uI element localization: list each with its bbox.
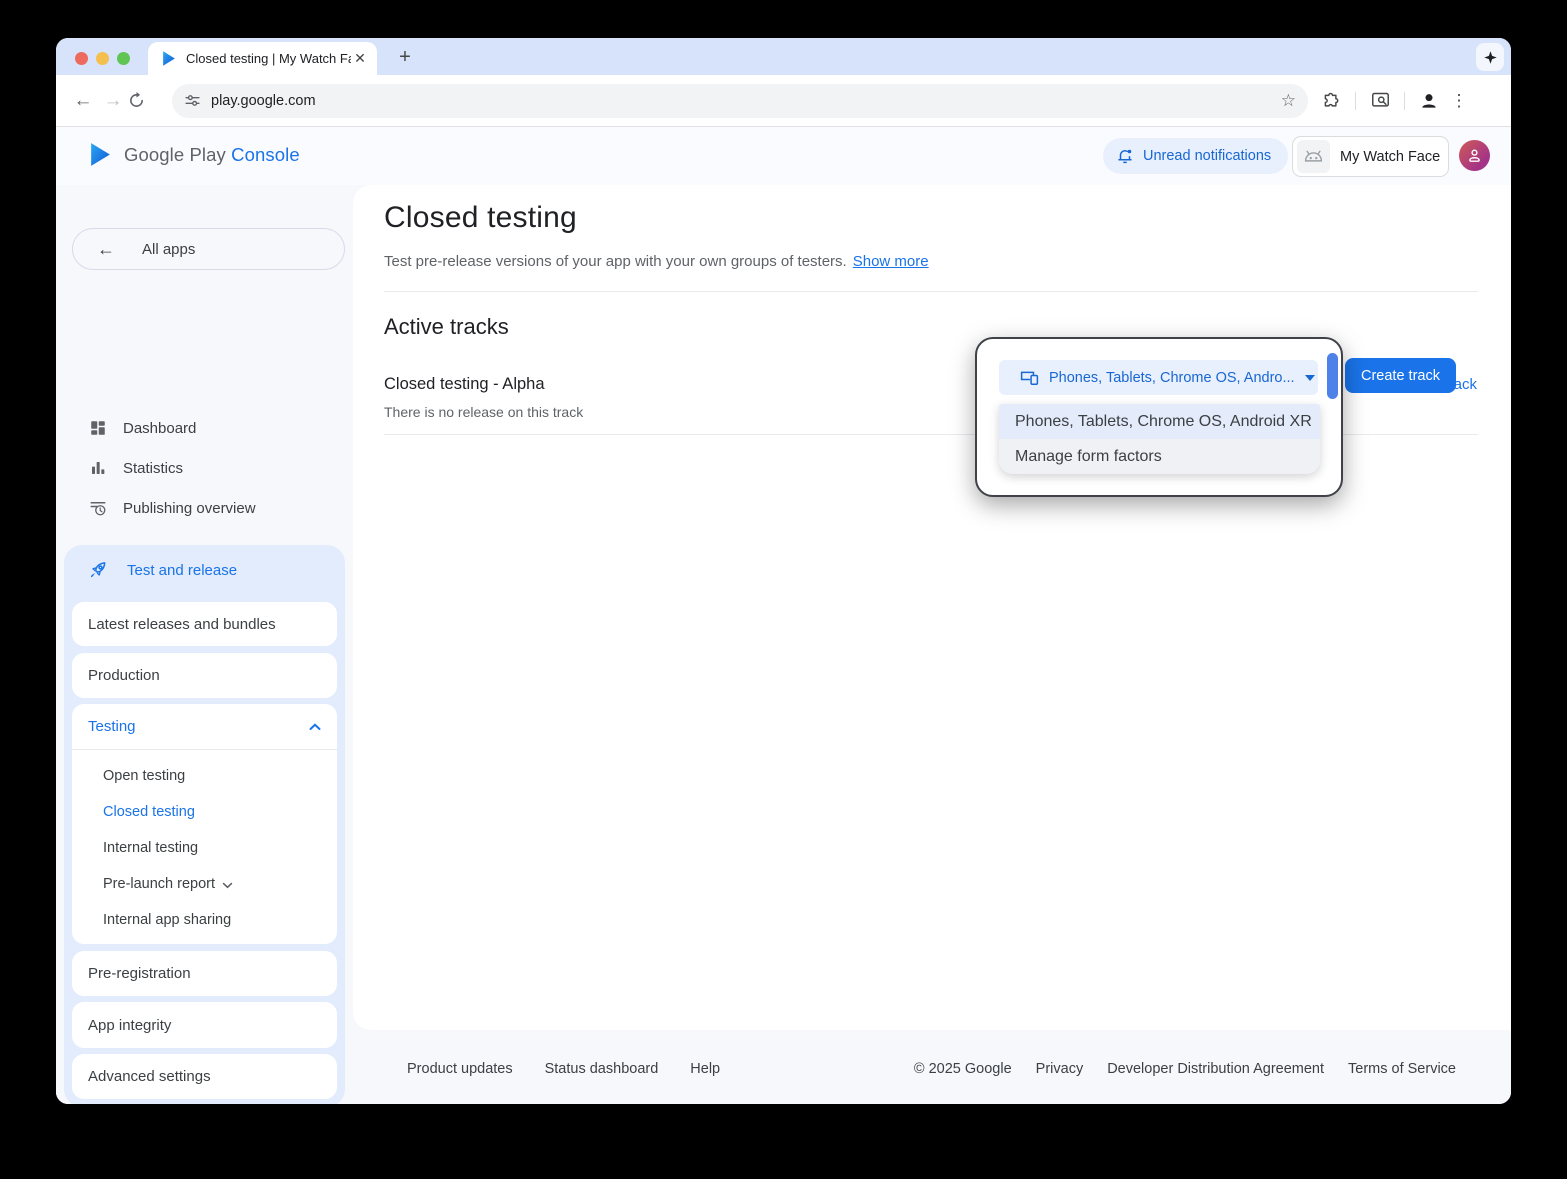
app-name: My Watch Face	[1340, 149, 1440, 165]
browser-tab[interactable]: Closed testing | My Watch Fac ✕	[148, 42, 377, 75]
back-arrow-icon: ←	[97, 239, 115, 260]
window-controls	[75, 52, 130, 65]
page-description: Test pre-release versions of your app wi…	[384, 253, 929, 270]
toolbar-divider	[1404, 92, 1405, 110]
brand-text: Google Play Console	[124, 144, 300, 166]
footer: Product updates Status dashboard Help © …	[353, 1030, 1511, 1104]
terms-link[interactable]: Terms of Service	[1348, 1061, 1456, 1077]
show-more-link[interactable]: Show more	[853, 253, 929, 270]
sidebar-item-internal-app-sharing[interactable]: Internal app sharing	[72, 902, 337, 938]
menu-item-manage-form-factors[interactable]: Manage form factors	[999, 439, 1320, 474]
form-factor-dropdown-overlay: Phones, Tablets, Chrome OS, Andro... Pho…	[975, 337, 1343, 497]
url-text: play.google.com	[211, 93, 1281, 109]
chevron-down-icon	[222, 882, 233, 889]
tab-close-icon[interactable]: ✕	[351, 50, 369, 67]
divider	[384, 291, 1478, 292]
app-switcher-button[interactable]: My Watch Face	[1292, 136, 1449, 177]
browser-menu-icon[interactable]: ⋮	[1446, 88, 1472, 114]
zoom-window-button[interactable]	[117, 52, 130, 65]
extensions-icon[interactable]	[1318, 88, 1344, 114]
footer-right-links: © 2025 Google Privacy Developer Distribu…	[914, 1061, 1456, 1077]
form-factor-select[interactable]: Phones, Tablets, Chrome OS, Andro...	[999, 360, 1318, 395]
create-track-button[interactable]: Create track	[1345, 358, 1456, 393]
chevron-up-icon	[309, 723, 321, 731]
sidebar-item-production[interactable]: Production	[72, 653, 337, 698]
bell-icon	[1116, 147, 1134, 165]
footer-left-links: Product updates Status dashboard Help	[407, 1061, 720, 1077]
all-apps-label: All apps	[142, 241, 195, 258]
play-console-logo[interactable]: Google Play Console	[88, 141, 300, 168]
console-header: Google Play Console Unread notifications…	[56, 127, 1511, 185]
sidebar-item-test-and-release[interactable]: Test and release	[64, 545, 345, 595]
track-status: There is no release on this track	[384, 404, 583, 420]
forward-button[interactable]: →	[98, 90, 128, 112]
sidebar-item-testing[interactable]: Testing	[72, 704, 337, 750]
sidebar-item-latest-releases[interactable]: Latest releases and bundles	[72, 602, 337, 646]
tab-strip: Closed testing | My Watch Fac ✕ +	[56, 38, 1511, 75]
publishing-overview-icon	[88, 499, 108, 517]
dropdown-caret-icon	[1305, 375, 1315, 381]
unread-notifications-button[interactable]: Unread notifications	[1103, 138, 1288, 174]
sidebar-item-pre-launch-report[interactable]: Pre-launch report	[72, 866, 337, 902]
minimize-window-button[interactable]	[96, 52, 109, 65]
bookmark-star-icon[interactable]: ☆	[1281, 91, 1296, 111]
play-logo-icon	[88, 141, 113, 168]
all-apps-button[interactable]: ← All apps	[72, 228, 345, 270]
rocket-icon	[88, 560, 108, 580]
menu-item-form-factor[interactable]: Phones, Tablets, Chrome OS, Android XR	[999, 404, 1320, 439]
statistics-icon	[88, 460, 108, 476]
sidebar-item-publishing-overview[interactable]: Publishing overview	[72, 495, 345, 521]
copyright-text: © 2025 Google	[914, 1061, 1012, 1077]
dashboard-icon	[88, 419, 108, 437]
help-link[interactable]: Help	[690, 1061, 720, 1077]
sidebar-item-internal-testing[interactable]: Internal testing	[72, 830, 337, 866]
close-window-button[interactable]	[75, 52, 88, 65]
active-tracks-title: Active tracks	[384, 314, 509, 340]
site-settings-icon[interactable]	[184, 92, 201, 109]
page-title: Closed testing	[384, 201, 577, 235]
toolbar-actions: ⋮	[1318, 88, 1472, 114]
reading-mode-icon[interactable]	[1367, 88, 1393, 114]
form-factor-selected-label: Phones, Tablets, Chrome OS, Andro...	[1049, 370, 1295, 386]
notifications-label: Unread notifications	[1143, 148, 1271, 164]
sidebar-item-pre-registration[interactable]: Pre-registration	[72, 951, 337, 996]
toolbar-divider	[1355, 92, 1356, 110]
address-bar[interactable]: play.google.com ☆	[172, 84, 1308, 118]
browser-toolbar: ← → play.google.com ☆ ⋮	[56, 75, 1511, 127]
sparkle-icon[interactable]	[1476, 43, 1504, 71]
account-avatar[interactable]	[1459, 140, 1490, 171]
dda-link[interactable]: Developer Distribution Agreement	[1107, 1061, 1324, 1077]
sidebar-item-open-testing[interactable]: Open testing	[72, 758, 337, 794]
devices-icon	[1020, 370, 1039, 385]
reload-button[interactable]	[128, 92, 158, 109]
testing-group: Testing Open testing Closed testing Inte…	[72, 704, 337, 944]
magnified-button-fragment	[1327, 353, 1338, 399]
back-button[interactable]: ←	[68, 90, 98, 112]
console-body: ← All apps Dashboard Statistics Publis	[56, 185, 1511, 1104]
sidebar-item-app-integrity[interactable]: App integrity	[72, 1002, 337, 1048]
test-and-release-section: Test and release Latest releases and bun…	[64, 545, 345, 1104]
main-panel: Closed testing Test pre-release versions…	[353, 185, 1511, 1030]
form-factor-menu: Phones, Tablets, Chrome OS, Android XR M…	[999, 404, 1320, 474]
sidebar-item-closed-testing[interactable]: Closed testing	[72, 794, 337, 830]
new-tab-button[interactable]: +	[392, 45, 418, 71]
status-dashboard-link[interactable]: Status dashboard	[545, 1061, 659, 1077]
sidebar-item-advanced-settings[interactable]: Advanced settings	[72, 1054, 337, 1099]
track-name: Closed testing - Alpha	[384, 375, 545, 394]
product-updates-link[interactable]: Product updates	[407, 1061, 513, 1077]
browser-window: Closed testing | My Watch Fac ✕ + ← → pl…	[56, 38, 1511, 1104]
sidebar-item-dashboard[interactable]: Dashboard	[72, 415, 345, 441]
play-favicon-icon	[161, 50, 177, 67]
privacy-link[interactable]: Privacy	[1036, 1061, 1084, 1077]
sidebar-item-statistics[interactable]: Statistics	[72, 455, 345, 481]
profile-avatar-icon[interactable]	[1416, 88, 1442, 114]
android-icon	[1297, 140, 1330, 173]
tab-title: Closed testing | My Watch Fac	[186, 51, 351, 66]
sidebar: ← All apps Dashboard Statistics Publis	[56, 185, 353, 1104]
